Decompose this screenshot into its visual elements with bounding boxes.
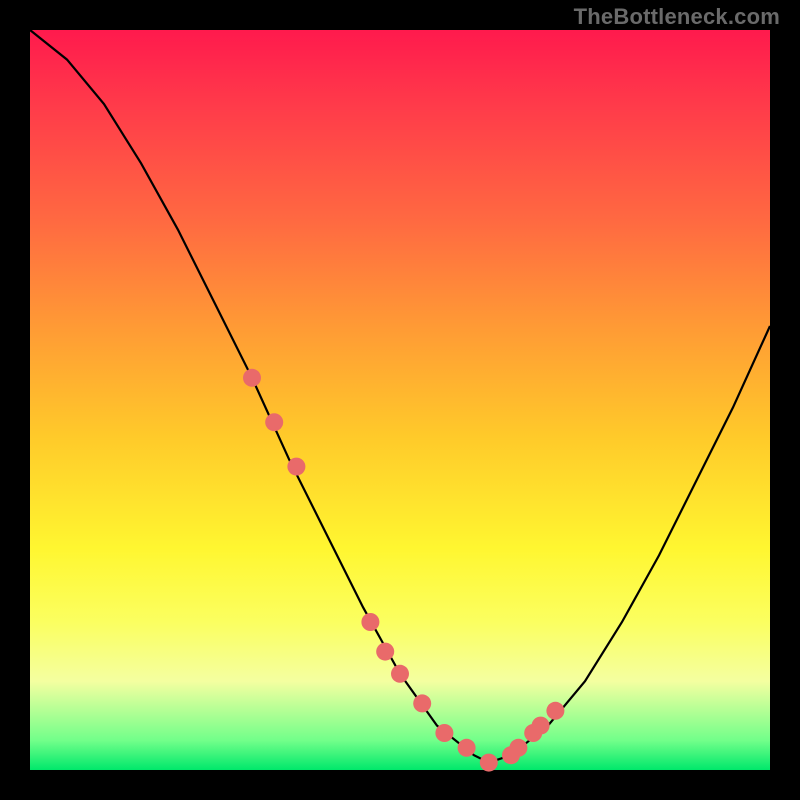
marker-dot [509, 739, 527, 757]
marker-dot [435, 724, 453, 742]
plot-area [30, 30, 770, 770]
marker-dot [480, 754, 498, 772]
marker-dot [376, 643, 394, 661]
bottleneck-curve [30, 30, 770, 763]
marker-dot [413, 694, 431, 712]
chart-svg [30, 30, 770, 770]
chart-frame: TheBottleneck.com [0, 0, 800, 800]
marker-dot [265, 413, 283, 431]
marker-dot [391, 665, 409, 683]
marker-dot [287, 458, 305, 476]
highlighted-points [243, 369, 564, 772]
marker-dot [361, 613, 379, 631]
marker-dot [243, 369, 261, 387]
marker-dot [532, 717, 550, 735]
watermark-text: TheBottleneck.com [574, 4, 780, 30]
marker-dot [458, 739, 476, 757]
marker-dot [546, 702, 564, 720]
